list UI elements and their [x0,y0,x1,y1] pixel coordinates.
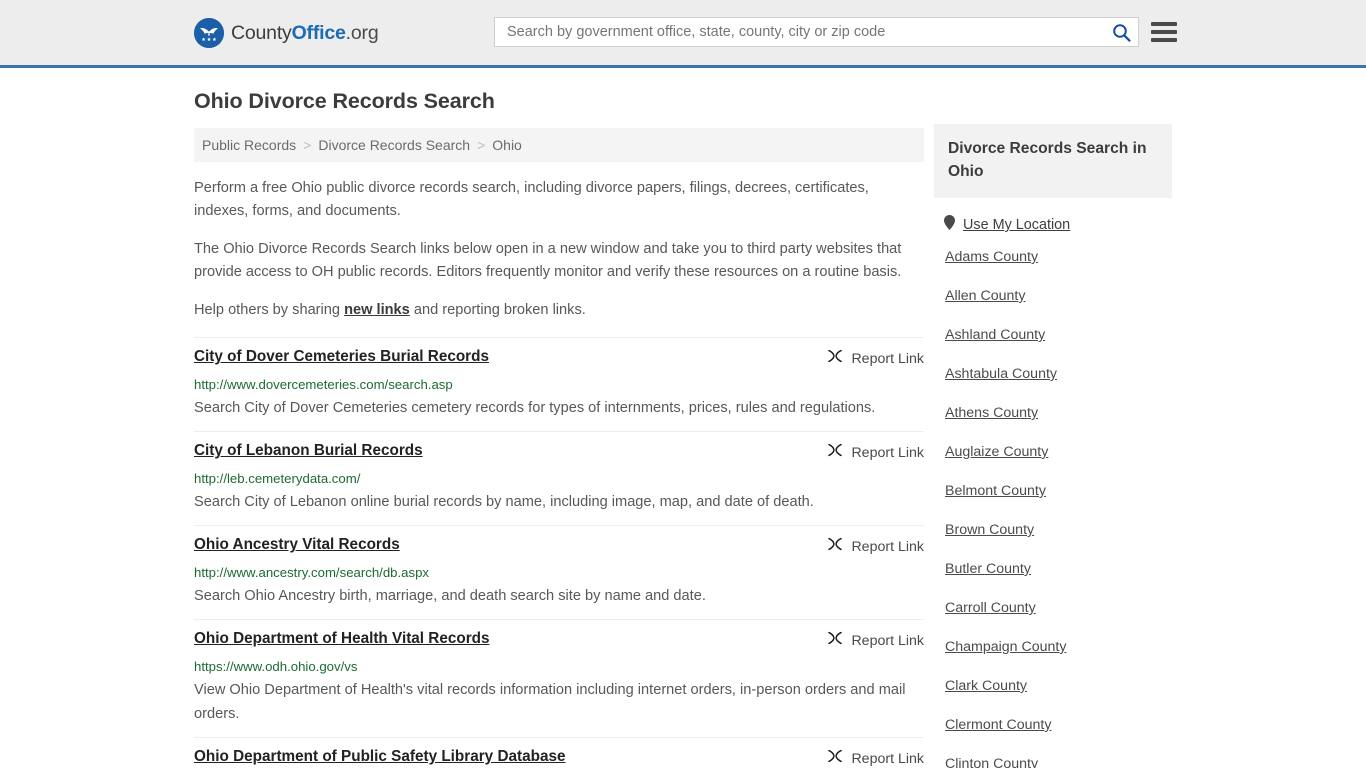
county-link[interactable]: Adams County [945,249,1038,265]
breadcrumb: Public Records > Divorce Records Search … [194,128,924,162]
sidebar-heading: Divorce Records Search in Ohio [934,124,1172,198]
intro-paragraph-1: Perform a free Ohio public divorce recor… [194,180,869,219]
use-my-location-label: Use My Location [963,217,1071,233]
county-link[interactable]: Ashland County [945,327,1045,343]
result-url[interactable]: https://www.odh.ohio.gov/vs [194,658,924,675]
broken-link-icon [827,536,843,557]
list-item: Athens County [945,404,1172,422]
intro-section: Perform a free Ohio public divorce recor… [194,177,924,322]
hamburger-bar [1151,30,1177,34]
county-link[interactable]: Athens County [945,405,1038,421]
county-links-list: Adams County Allen County Ashland County… [934,235,1172,768]
page-body: Ohio Divorce Records Search Public Recor… [0,68,1366,768]
brand-name-office: Office [291,21,346,44]
county-link[interactable]: Carroll County [945,600,1036,616]
share-text-before: Help others by sharing [194,302,345,318]
list-item: Adams County [945,248,1172,266]
hamburger-menu-icon[interactable] [1150,19,1178,45]
list-item: Clark County [945,677,1172,695]
report-link-button[interactable]: Report Link [827,442,924,463]
share-text-after: and reporting broken links. [409,302,586,318]
county-link[interactable]: Butler County [945,561,1031,577]
results-list: City of Dover Cemeteries Burial Records … [194,337,924,768]
list-item: Clinton County [945,755,1172,768]
brand-name-tld: .org [345,21,379,44]
county-link[interactable]: Allen County [945,288,1025,304]
result-url[interactable]: http://leb.cemeterydata.com/ [194,470,924,487]
intro-paragraph-2: The Ohio Divorce Records Search links be… [194,241,902,280]
result-item: City of Lebanon Burial Records Report Li… [194,432,924,526]
result-title-link[interactable]: Ohio Department of Health Vital Records [194,629,490,649]
search-icon [1112,23,1131,42]
site-logo[interactable]: CountyOffice.org [194,18,379,48]
report-link-button[interactable]: Report Link [827,630,924,651]
result-description: Search City of Dover Cemeteries cemetery… [194,400,876,416]
result-title-link[interactable]: Ohio Department of Public Safety Library… [194,747,565,767]
map-pin-icon [944,215,955,235]
list-item: Champaign County [945,638,1172,656]
hamburger-bar [1151,22,1177,26]
use-my-location-button[interactable]: Use My Location [934,198,1172,235]
result-url[interactable]: http://www.ancestry.com/search/db.aspx [194,564,924,581]
report-link-button[interactable]: Report Link [827,748,924,768]
county-link[interactable]: Champaign County [945,639,1066,655]
report-link-label: Report Link [851,350,924,367]
result-item: Ohio Ancestry Vital Records Report Link [194,526,924,620]
report-link-button[interactable]: Report Link [827,536,924,557]
list-item: Brown County [945,521,1172,539]
result-title-link[interactable]: City of Dover Cemeteries Burial Records [194,347,489,367]
site-header: CountyOffice.org [0,0,1366,68]
list-item: Ashtabula County [945,365,1172,383]
county-link[interactable]: Clinton County [945,756,1038,768]
report-link-label: Report Link [851,750,924,767]
county-link[interactable]: Brown County [945,522,1034,538]
broken-link-icon [827,348,843,369]
result-url[interactable]: http://www.dovercemeteries.com/search.as… [194,376,924,393]
report-link-button[interactable]: Report Link [827,348,924,369]
list-item: Belmont County [945,482,1172,500]
search-bar[interactable] [494,17,1139,47]
search-submit-button[interactable] [1104,18,1138,46]
list-item: Allen County [945,287,1172,305]
page-title: Ohio Divorce Records Search [194,89,495,113]
result-title-link[interactable]: City of Lebanon Burial Records [194,441,423,461]
county-office-seal-icon [194,18,224,48]
county-link[interactable]: Belmont County [945,483,1046,499]
broken-link-icon [827,442,843,463]
report-link-label: Report Link [851,444,924,461]
report-link-label: Report Link [851,632,924,649]
breadcrumb-item-ohio: Ohio [492,137,522,153]
result-description: View Ohio Department of Health's vital r… [194,682,906,722]
brand-name-county: County [231,21,292,44]
intro-paragraph-3: Help others by sharing new links and rep… [194,299,924,322]
county-link[interactable]: Auglaize County [945,444,1048,460]
hamburger-bar [1151,38,1177,42]
report-link-label: Report Link [851,538,924,555]
new-links-link[interactable]: new links [344,302,410,318]
site-logo-text: CountyOffice.org [231,21,379,45]
result-item: City of Dover Cemeteries Burial Records … [194,337,924,432]
county-link[interactable]: Clermont County [945,717,1051,733]
list-item: Butler County [945,560,1172,578]
breadcrumb-separator: > [477,137,486,153]
list-item: Auglaize County [945,443,1172,461]
result-item: Ohio Department of Public Safety Library… [194,738,924,768]
breadcrumb-item-divorce-records-search[interactable]: Divorce Records Search [318,137,470,153]
broken-link-icon [827,630,843,651]
county-link[interactable]: Clark County [945,678,1027,694]
main-content: Ohio Divorce Records Search Public Recor… [194,68,924,768]
breadcrumb-separator: > [303,137,312,153]
list-item: Clermont County [945,716,1172,734]
result-title-link[interactable]: Ohio Ancestry Vital Records [194,535,400,555]
result-description: Search Ohio Ancestry birth, marriage, an… [194,588,706,604]
list-item: Ashland County [945,326,1172,344]
result-item: Ohio Department of Health Vital Records … [194,620,924,738]
county-link[interactable]: Ashtabula County [945,366,1057,382]
list-item: Carroll County [945,599,1172,617]
sidebar: Divorce Records Search in Ohio Use My Lo… [934,124,1172,768]
broken-link-icon [827,748,843,768]
result-description: Search City of Lebanon online burial rec… [194,494,814,510]
search-input[interactable] [495,18,1104,46]
breadcrumb-item-public-records[interactable]: Public Records [202,137,296,153]
